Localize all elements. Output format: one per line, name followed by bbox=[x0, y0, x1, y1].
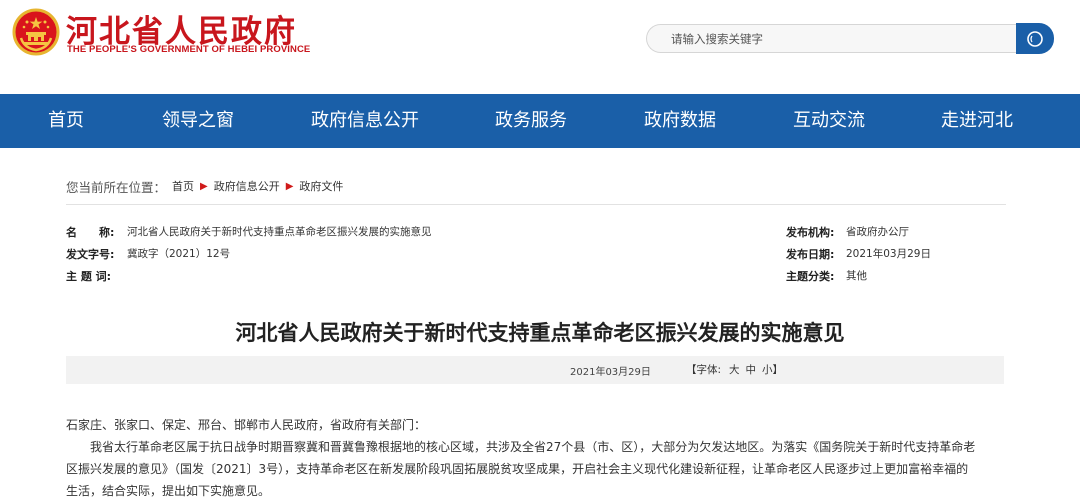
article-title: 河北省人民政府关于新时代支持重点革命老区振兴发展的实施意见 bbox=[235, 320, 845, 345]
nav-item-about-hebei[interactable]: 走进河北 bbox=[941, 94, 1013, 148]
meta-name-value: 河北省人民政府关于新时代支持重点革命老区振兴发展的实施意见 bbox=[127, 226, 432, 238]
article-paragraph-line: 区振兴发展的意见》（国发〔2021〕3号），支持革命老区在新发展阶段巩固拓展脱贫… bbox=[66, 462, 969, 476]
meta-date-value: 2021年03月29日 bbox=[846, 248, 931, 260]
article-date: 2021年03月29日 bbox=[570, 367, 651, 378]
meta-category-value: 其他 bbox=[846, 270, 867, 282]
nav-item-home[interactable]: 首页 bbox=[48, 94, 84, 148]
triangle-right-icon: ▶ bbox=[285, 180, 294, 192]
meta-issuer-value: 省政府办公厅 bbox=[846, 226, 909, 238]
national-emblem-icon[interactable] bbox=[12, 8, 60, 56]
font-size-prefix: 【字体: bbox=[686, 364, 722, 376]
nav-item-services[interactable]: 政务服务 bbox=[495, 94, 567, 148]
search-input[interactable] bbox=[671, 25, 1011, 52]
font-size-suffix: 】 bbox=[772, 364, 784, 376]
site-subtitle: THE PEOPLE'S GOVERNMENT OF HEBEI PROVINC… bbox=[67, 44, 311, 55]
nav-item-leaders[interactable]: 领导之窗 bbox=[162, 94, 234, 148]
font-size-large[interactable]: 大 bbox=[729, 362, 740, 377]
meta-doc-no-label: 发文字号: bbox=[66, 248, 115, 261]
nav-item-interaction[interactable]: 互动交流 bbox=[793, 94, 865, 148]
article-paragraph-line: 生活，结合实际，提出如下实施意见。 bbox=[66, 484, 271, 498]
article-info-bar bbox=[66, 356, 1004, 384]
nav-item-data[interactable]: 政府数据 bbox=[644, 94, 716, 148]
article-addressee: 石家庄、张家口、保定、邢台、邯郸市人民政府，省政府有关部门： bbox=[66, 418, 427, 432]
site-header: 河北省人民政府 THE PEOPLE'S GOVERNMENT OF HEBEI… bbox=[0, 0, 1080, 94]
nav-item-gov-info[interactable]: 政府信息公开 bbox=[311, 94, 419, 148]
search-button[interactable] bbox=[1016, 23, 1054, 54]
font-size-control: 【字体: 大 中 小 】 bbox=[686, 362, 783, 377]
search-icon bbox=[1027, 30, 1043, 47]
meta-keywords-label: 主 题 词: bbox=[66, 270, 112, 283]
meta-date-label: 发布日期: bbox=[786, 248, 835, 261]
meta-doc-no-value: 冀政字（2021）12号 bbox=[127, 248, 231, 260]
breadcrumb-divider bbox=[66, 204, 1006, 205]
article-paragraph-line: 我省太行革命老区属于抗日战争时期晋察冀和晋冀鲁豫根据地的核心区域，共涉及全省27… bbox=[90, 440, 976, 454]
breadcrumb-home[interactable]: 首页 bbox=[172, 178, 194, 194]
font-size-medium[interactable]: 中 bbox=[746, 362, 757, 377]
meta-category-label: 主题分类: bbox=[786, 270, 835, 283]
font-size-small[interactable]: 小 bbox=[762, 362, 773, 377]
breadcrumb-prefix: 您当前所在位置： bbox=[66, 179, 167, 195]
breadcrumb-gov-docs[interactable]: 政府文件 bbox=[299, 178, 343, 194]
search-box bbox=[646, 24, 1018, 53]
meta-issuer-label: 发布机构: bbox=[786, 226, 835, 239]
triangle-right-icon: ▶ bbox=[200, 180, 208, 192]
breadcrumb-gov-info[interactable]: 政府信息公开 bbox=[214, 178, 280, 194]
main-nav: 首页 领导之窗 政府信息公开 政务服务 政府数据 互动交流 走进河北 bbox=[0, 94, 1080, 148]
breadcrumb: 您当前所在位置： 首页 ▶ 政府信息公开 ▶ 政府文件 bbox=[66, 177, 343, 195]
meta-name-label: 名 称: bbox=[66, 226, 115, 239]
